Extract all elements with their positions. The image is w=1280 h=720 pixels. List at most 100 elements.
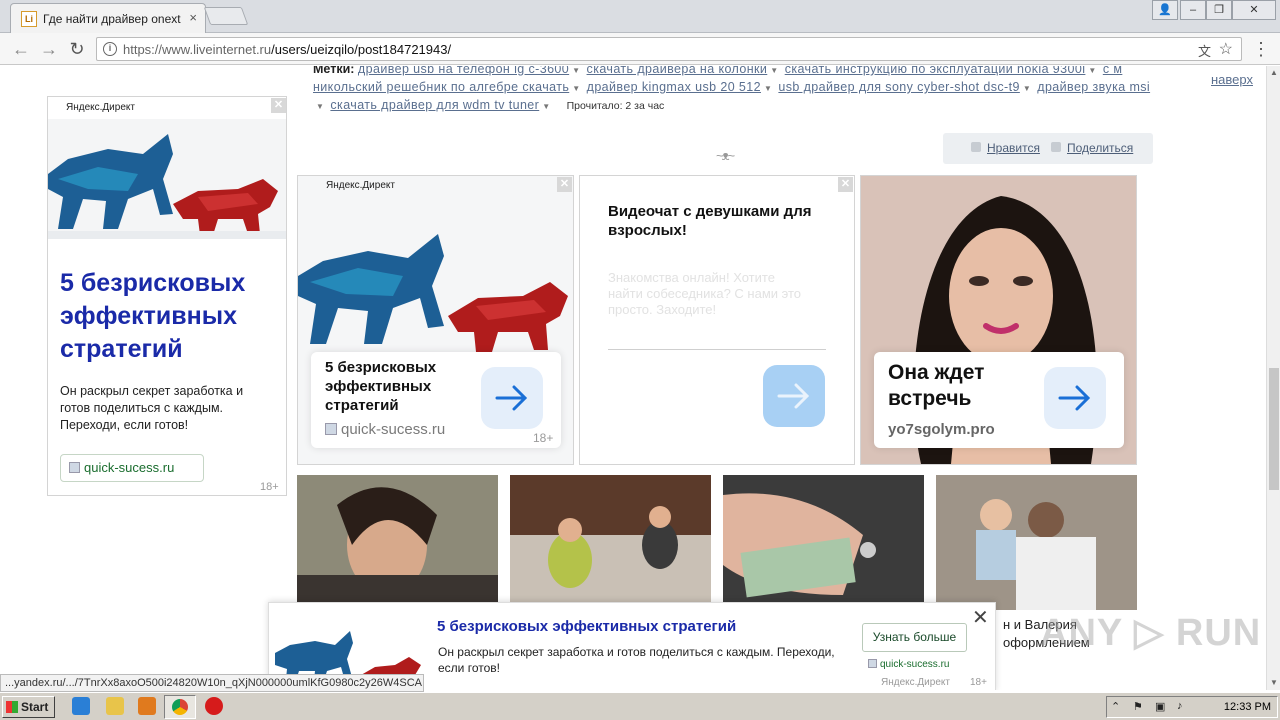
dropdown-icon[interactable]: ▼ [542, 99, 550, 115]
volume-icon[interactable]: ♪ [1177, 700, 1183, 712]
age-badge: 18+ [970, 677, 987, 688]
age-badge: 18+ [533, 431, 554, 445]
tray-expand-icon[interactable]: ⌃ [1111, 700, 1120, 713]
tab-title: Где найти драйвер onext [43, 12, 181, 26]
browser-tab-active[interactable]: Li Где найти драйвер onext × [10, 3, 206, 33]
reload-icon[interactable]: ↻ [66, 38, 88, 60]
flag-icon[interactable]: ⚑ [1133, 700, 1143, 713]
site-favicon-icon [325, 423, 337, 435]
chrome-icon [172, 699, 188, 715]
dropdown-icon[interactable]: ▼ [572, 66, 580, 79]
dropdown-icon[interactable]: ▼ [316, 99, 324, 115]
minimize-button[interactable]: – [1180, 0, 1206, 20]
news-thumbnail-kitchen[interactable] [510, 475, 711, 610]
browser-tab-bar: Li Где найти драйвер onext × 👤 – ❐ ✕ [0, 0, 1280, 33]
tag-link[interactable]: usb драйвер для sony cyber-shot dsc-t9 [778, 80, 1019, 94]
tag-link[interactable]: драйвер kingmax usb 20 512 [587, 80, 761, 94]
ie-icon[interactable] [72, 697, 90, 715]
clock[interactable]: 12:33 PM [1224, 701, 1271, 713]
ad-headline[interactable]: Видеочат с девушками для взрослых! [608, 202, 828, 240]
network-icon[interactable]: ▣ [1155, 700, 1165, 713]
address-url[interactable]: https://www.liveinternet.ru/users/ueizqi… [123, 42, 451, 57]
ad-close-icon[interactable]: ✕ [557, 177, 572, 192]
ad-site-link[interactable]: yo7sgolym.pro [888, 421, 995, 438]
ad-close-icon[interactable]: ✕ [838, 177, 853, 192]
share-icon [1051, 142, 1061, 152]
back-to-top-link[interactable]: наверх [1211, 72, 1253, 87]
menu-icon[interactable]: ⋮ [1250, 38, 1272, 60]
site-info-icon[interactable]: i [103, 42, 117, 56]
news-thumbnail-woman[interactable] [297, 475, 498, 610]
ad-body-text: Знакомства онлайн! Хотите найти собеседн… [608, 270, 802, 317]
dropdown-icon[interactable]: ▼ [572, 81, 580, 97]
ad-card-inner[interactable]: 5 безрисковых эффективных стратегий quic… [311, 352, 561, 448]
arrow-right-icon[interactable] [481, 367, 543, 429]
read-count: Прочитало: 2 за час [566, 100, 665, 112]
learn-more-button[interactable]: Узнать больше [862, 623, 967, 652]
ad-headline[interactable]: 5 безрисковых эффективных стратегий [60, 267, 280, 366]
scrollbar-thumb[interactable] [1269, 368, 1279, 490]
close-window-button[interactable]: ✕ [1232, 0, 1276, 20]
tags-label: Метки: [313, 66, 355, 76]
age-badge: 18+ [260, 481, 279, 493]
banner-body-text: Он раскрыл секрет заработка и готов поде… [438, 645, 835, 675]
ad-card-woman[interactable]: ✕ Она ждет встречь yo7sgolym.pro [860, 175, 1137, 465]
ad-body-text: Он раскрыл секрет заработка и готов поде… [60, 384, 244, 432]
media-player-icon[interactable] [138, 697, 156, 715]
share-link[interactable]: Поделиться [1067, 141, 1133, 155]
scroll-up-icon[interactable]: ▲ [1269, 68, 1279, 77]
status-bar-url: ...yandex.ru/.../7TnrXx8axoO500i24820W10… [0, 674, 424, 692]
system-tray: ⌃ ⚑ ▣ ♪ 12:33 PM [1106, 696, 1278, 718]
news-thumbnail-family[interactable] [936, 475, 1137, 610]
tag-link[interactable]: скачать драйвер для wdm tv tuner [330, 98, 539, 112]
tag-link[interactable]: драйвер звука msi [1037, 80, 1150, 94]
banner-close-icon[interactable]: ✕ [972, 605, 989, 630]
ad-card-bulls[interactable]: Яндекс.Директ ✕ 5 безрисковых эффективны… [297, 175, 574, 465]
ad-close-icon[interactable]: ✕ [271, 98, 286, 113]
banner-site-link[interactable]: quick-sucess.ru [868, 659, 949, 670]
tab-close-icon[interactable]: × [189, 10, 197, 25]
bull-bear-image [48, 119, 286, 239]
dropdown-icon[interactable]: ▼ [1088, 66, 1096, 79]
dropdown-icon[interactable]: ▼ [1023, 81, 1031, 97]
dropdown-icon[interactable]: ▼ [770, 66, 778, 79]
restore-button[interactable]: ❐ [1206, 0, 1232, 20]
bookmark-star-icon[interactable]: ☆ [1219, 39, 1233, 59]
ad-card-inner[interactable]: Она ждет встречь yo7sgolym.pro [874, 352, 1124, 448]
explorer-icon[interactable] [106, 697, 124, 715]
scroll-down-icon[interactable]: ▼ [1269, 678, 1279, 687]
windows-taskbar: Start ⌃ ⚑ ▣ ♪ 12:33 PM [0, 692, 1280, 720]
page-scrollbar[interactable]: ▲ ▼ [1266, 66, 1280, 690]
like-share-bar: Нравится Поделиться [943, 133, 1153, 164]
ad-headline[interactable]: Она ждет встречь [888, 360, 1038, 412]
tag-link[interactable]: скачать инструкцию по эксплуатации nokia… [785, 66, 1086, 76]
ornament-divider: ~ᴥ~ [716, 148, 735, 163]
back-arrow-icon[interactable]: ← [10, 38, 32, 60]
banner-headline[interactable]: 5 безрисковых эффективных стратегий [437, 618, 736, 635]
page-viewport: Метки: драйвер usb на телефон lg c-3600 ▼… [0, 66, 1266, 690]
ad-site-button[interactable]: quick-sucess.ru [60, 454, 204, 482]
ad-site-label: quick-sucess.ru [84, 460, 175, 475]
translate-icon[interactable]: 文 [1198, 41, 1211, 60]
ad-card-videochat[interactable]: ✕ Видеочат с девушками для взрослых! Зна… [579, 175, 855, 465]
address-bar[interactable]: i https://www.liveinternet.ru/users/ueiz… [96, 37, 1242, 61]
dropdown-icon[interactable]: ▼ [764, 81, 772, 97]
profile-icon[interactable]: 👤 [1152, 0, 1178, 20]
chrome-taskbar-button[interactable] [164, 695, 196, 719]
ad-site-link[interactable]: quick-sucess.ru [325, 421, 445, 438]
tag-link[interactable]: драйвер usb на телефон lg c-3600 [358, 66, 569, 76]
windows-logo-icon [6, 701, 18, 713]
site-favicon-icon [868, 659, 877, 668]
opera-icon[interactable] [205, 697, 223, 715]
new-tab-button[interactable] [203, 7, 249, 25]
arrow-right-icon[interactable] [763, 365, 825, 427]
banner-brand: Яндекс.Директ [881, 677, 950, 688]
like-link[interactable]: Нравится [987, 141, 1040, 155]
ad-headline[interactable]: 5 безрисковых эффективных стратегий [325, 358, 475, 415]
tag-link[interactable]: скачать драйвера на колонки [587, 66, 768, 76]
start-button[interactable]: Start [2, 696, 55, 718]
left-ad-block[interactable]: Яндекс.Директ ✕ 5 безрисковых эффективны… [47, 96, 287, 496]
arrow-right-icon[interactable] [1044, 367, 1106, 429]
news-thumbnail-money[interactable] [723, 475, 924, 610]
forward-arrow-icon[interactable]: → [38, 38, 60, 60]
